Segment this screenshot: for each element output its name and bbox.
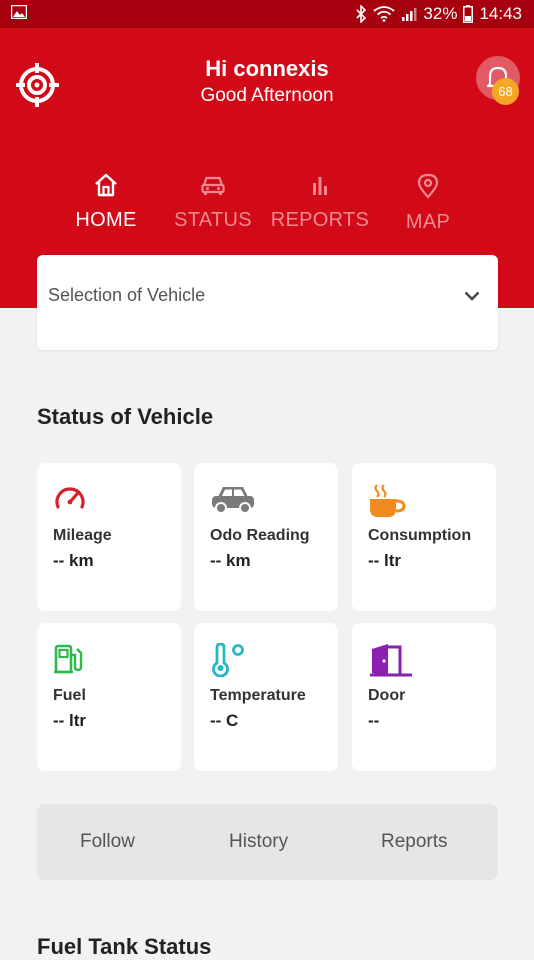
status-card-value: -- ltr bbox=[53, 711, 87, 730]
status-card-door[interactable]: Door -- bbox=[352, 623, 496, 771]
greeting-subtitle: Good Afternoon bbox=[200, 85, 334, 106]
chevron-down-icon bbox=[464, 291, 480, 301]
status-card-temperature[interactable]: Temperature -- C bbox=[194, 623, 338, 771]
tab-reports[interactable]: REPORTS bbox=[270, 173, 370, 232]
bar-chart-icon bbox=[313, 177, 327, 195]
status-card-value: -- ltr bbox=[368, 551, 402, 570]
home-icon bbox=[95, 173, 117, 197]
notification-badge: 68 bbox=[492, 78, 519, 105]
status-card-value: -- bbox=[368, 711, 380, 730]
status-bar: 32% 14:43 bbox=[0, 0, 534, 28]
greeting-name: Hi connexis bbox=[205, 56, 329, 81]
vehicle-select-placeholder: Selection of Vehicle bbox=[48, 285, 206, 305]
status-card-consumption[interactable]: Consumption -- ltr bbox=[352, 463, 496, 611]
status-card-odo-reading[interactable]: Odo Reading -- km bbox=[194, 463, 338, 611]
action-bar: Follow History Reports bbox=[37, 804, 498, 880]
coffee-cup-icon bbox=[370, 484, 406, 517]
status-section-title: Status of Vehicle bbox=[37, 404, 214, 429]
image-notification-icon bbox=[11, 5, 27, 19]
tab-status-label: STATUS bbox=[174, 209, 252, 231]
status-card-title: Consumption bbox=[368, 527, 472, 544]
battery-percent: 32% bbox=[423, 4, 458, 23]
tab-reports-label: REPORTS bbox=[270, 209, 370, 231]
door-icon bbox=[370, 644, 412, 677]
status-card-fuel[interactable]: Fuel -- ltr bbox=[37, 623, 181, 771]
status-card-title: Door bbox=[368, 687, 406, 704]
status-card-mileage[interactable]: Mileage -- km bbox=[37, 463, 181, 611]
status-card-title: Odo Reading bbox=[210, 527, 310, 544]
history-button[interactable]: History bbox=[229, 831, 288, 853]
tab-home[interactable]: HOME bbox=[56, 173, 156, 232]
greeting: Hi connexis Good Afternoon bbox=[0, 56, 534, 108]
car-icon bbox=[212, 487, 254, 514]
status-card-title: Fuel bbox=[53, 687, 86, 704]
car-icon bbox=[201, 176, 225, 195]
battery-icon bbox=[463, 5, 474, 23]
location-pin-icon bbox=[417, 173, 439, 199]
status-card-title: Mileage bbox=[53, 527, 112, 544]
follow-button[interactable]: Follow bbox=[80, 831, 135, 853]
status-card-value: -- km bbox=[53, 551, 94, 570]
clock: 14:43 bbox=[479, 4, 522, 23]
tab-status[interactable]: STATUS bbox=[163, 173, 263, 232]
status-card-value: -- C bbox=[210, 711, 239, 730]
reports-button[interactable]: Reports bbox=[381, 831, 448, 853]
status-card-title: Temperature bbox=[210, 687, 306, 704]
tab-map[interactable]: MAP bbox=[378, 173, 478, 234]
speedometer-icon bbox=[55, 487, 85, 509]
vehicle-select[interactable]: Selection of Vehicle bbox=[37, 255, 498, 350]
status-card-value: -- km bbox=[210, 551, 251, 570]
fuel-pump-icon bbox=[54, 644, 83, 674]
signal-icon bbox=[402, 8, 417, 21]
tab-home-label: HOME bbox=[75, 209, 137, 231]
wifi-icon bbox=[373, 6, 395, 22]
tab-map-label: MAP bbox=[405, 211, 451, 233]
thermometer-icon bbox=[212, 643, 244, 677]
fuel-tank-section-title: Fuel Tank Status bbox=[37, 934, 212, 959]
top-navigation: HOME STATUS REPORTS MAP bbox=[0, 173, 534, 243]
bluetooth-icon bbox=[356, 5, 367, 23]
